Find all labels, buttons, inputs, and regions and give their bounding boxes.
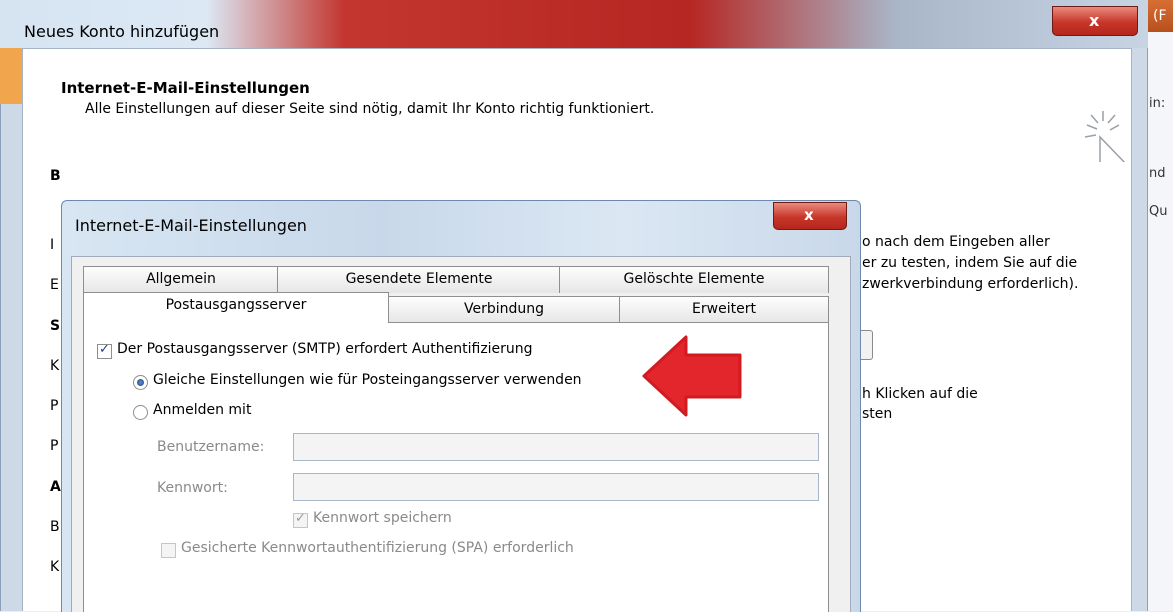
obscured-text: P	[50, 438, 59, 454]
obscured-text: I	[50, 237, 55, 253]
obscured-text: zwerkverbindung erforderlich).	[862, 276, 1079, 292]
username-field[interactable]	[293, 433, 819, 461]
same-settings-label: Gleiche Einstellungen wie für Posteingan…	[153, 372, 582, 388]
save-password-checkbox[interactable]	[293, 511, 308, 528]
obscured-text: A	[50, 479, 61, 495]
username-label: Benutzername:	[157, 439, 265, 455]
annotation-arrow-icon	[642, 335, 742, 417]
background-text: Qu	[1149, 204, 1168, 219]
window-close-button[interactable]: x	[1052, 6, 1138, 36]
background-text: nd	[1149, 166, 1166, 181]
tab-erweitert[interactable]: Erweitert	[619, 296, 829, 323]
login-with-radio[interactable]	[133, 405, 148, 420]
login-with-label: Anmelden mit	[153, 402, 252, 418]
background-title-fragment: (F	[1153, 8, 1167, 24]
obscured-text: K	[50, 559, 60, 575]
password-field[interactable]	[293, 473, 819, 501]
tab-allgemein[interactable]: Allgemein	[83, 266, 279, 293]
obscured-text: S	[50, 318, 61, 334]
wizard-subheading: Alle Einstellungen auf dieser Seite sind…	[85, 101, 655, 117]
window-title: Neues Konto hinzufügen	[24, 22, 220, 41]
obscured-text: sten	[862, 406, 893, 422]
tab-geloeschte-elemente[interactable]: Gelöschte Elemente	[559, 266, 829, 293]
password-label: Kennwort:	[157, 480, 228, 496]
close-icon: x	[1089, 11, 1100, 30]
tab-gesendete-elemente[interactable]: Gesendete Elemente	[277, 266, 561, 293]
spa-checkbox[interactable]	[161, 543, 176, 558]
obscured-text: er zu testen, indem Sie auf die	[862, 255, 1078, 271]
smtp-auth-label: Der Postausgangsserver (SMTP) erfordert …	[117, 341, 533, 357]
obscured-text: B	[50, 519, 60, 535]
obscured-text: E	[50, 277, 59, 293]
dialog-title: Internet-E-Mail-Einstellungen	[75, 216, 307, 235]
dialog-close-button[interactable]: x	[773, 202, 847, 230]
window-titlebar: Neues Konto hinzufügen	[0, 0, 1148, 48]
wizard-header: Internet-E-Mail-Einstellungen Alle Einst…	[22, 48, 1132, 187]
window-edge-accent	[0, 48, 22, 104]
save-password-label: Kennwort speichern	[313, 510, 452, 526]
obscured-text: K	[50, 358, 60, 374]
tab-postausgangsserver[interactable]: Postausgangsserver	[83, 292, 389, 323]
same-settings-radio[interactable]	[133, 375, 148, 390]
smtp-auth-checkbox[interactable]	[97, 342, 112, 359]
obscured-text: h Klicken auf die	[862, 386, 978, 402]
background-text: in:	[1149, 96, 1166, 111]
obscured-text: B	[50, 168, 61, 184]
obscured-text: P	[50, 398, 59, 414]
tab-verbindung[interactable]: Verbindung	[387, 296, 621, 323]
spa-label: Gesicherte Kennwortauthentifizierung (SP…	[181, 540, 574, 556]
obscured-text: o nach dem Eingeben aller	[862, 234, 1050, 250]
wizard-heading: Internet-E-Mail-Einstellungen	[61, 79, 310, 97]
close-icon: x	[804, 206, 814, 224]
